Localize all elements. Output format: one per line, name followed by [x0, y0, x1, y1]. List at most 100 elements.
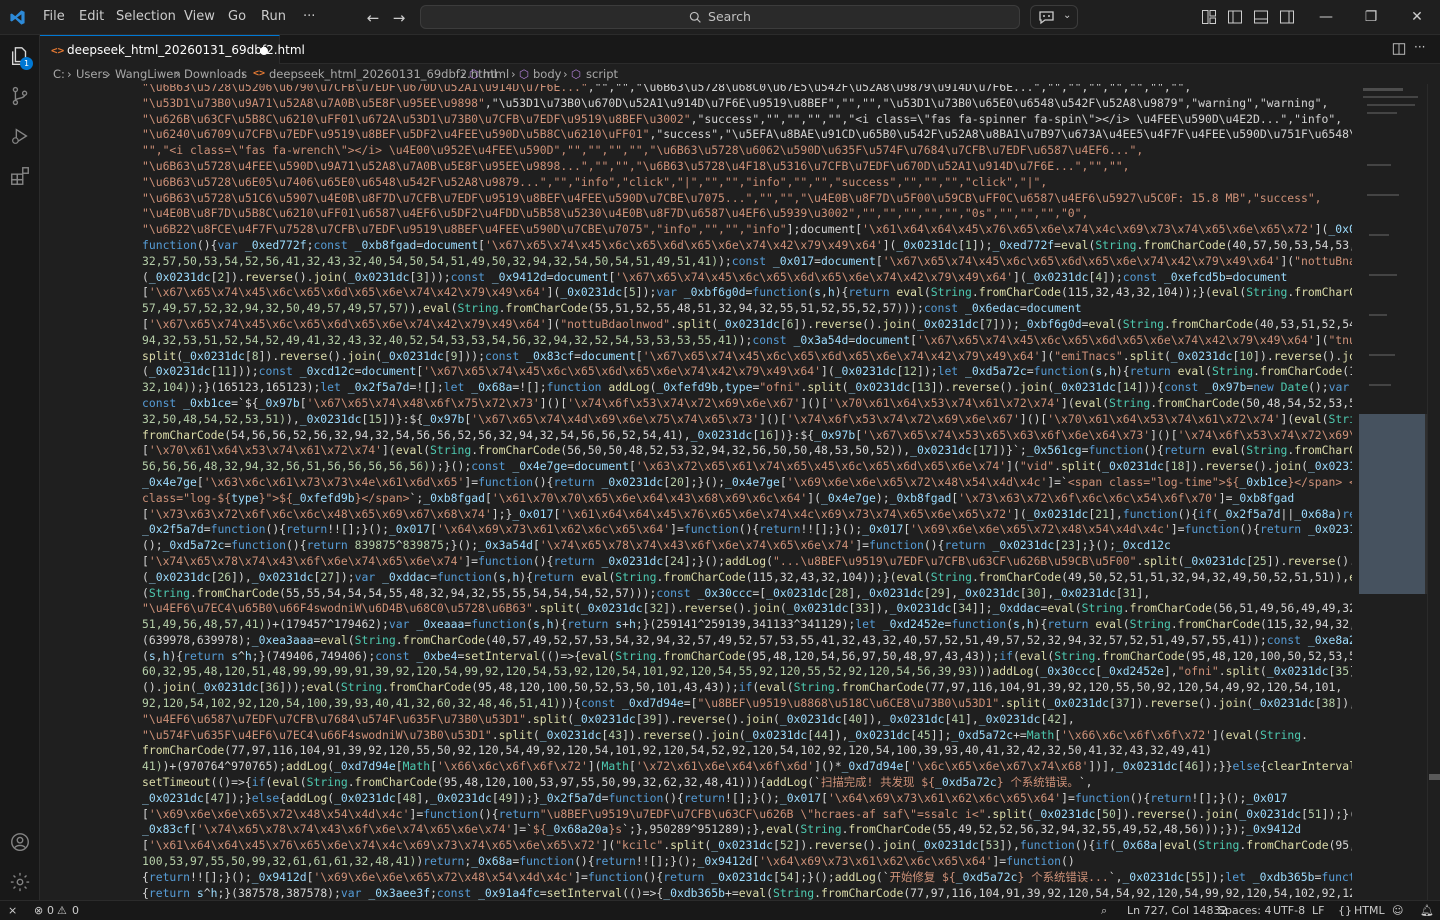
code-line[interactable]: 32,50,48,54,52,53,51)),_0x0231dc[15])}:$… — [142, 412, 1352, 428]
code-line[interactable]: (_0x0231dc[2]).reverse().join(_0x0231dc[… — [142, 270, 1352, 286]
code-line[interactable]: "\u626B\u63CF\u5B8C\u6210\uFF01\u672A\u5… — [142, 112, 1352, 128]
code-line[interactable]: (_0x0231dc[11]));const _0xcd12c=document… — [142, 364, 1352, 380]
code-line[interactable]: ['\x69\x6e\x6e\x65\x72\x48\x54\x4d\x4c']… — [142, 807, 1352, 823]
encoding[interactable]: UTF-8 — [1273, 904, 1305, 917]
code-line[interactable]: fromCharCode(77,97,116,104,91,39,92,120,… — [142, 743, 1352, 759]
code-line[interactable]: "\u4E0B\u8F7D\u5B8C\u6210\uFF01\u6587\u4… — [142, 206, 1352, 222]
customize-layout-icon[interactable] — [1201, 9, 1217, 25]
breadcrumb-body[interactable]: body — [533, 67, 561, 81]
code-line[interactable]: {return s^h;}(387578,387578);var _0x3aee… — [142, 886, 1352, 900]
code-line[interactable]: "\u6B63\u5728\u5206\u6790\u7CFB\u7EDF\u6… — [142, 84, 1352, 96]
code-lines[interactable]: "\u6B63\u5728\u5206\u6790\u7CFB\u7EDF\u6… — [142, 84, 1352, 900]
restore-icon[interactable]: ❐ — [1361, 7, 1381, 27]
code-line[interactable]: "\u4EF6\u6587\u7EDF\u7CFB\u7684\u574F\u6… — [142, 712, 1352, 728]
unsaved-dot-icon[interactable] — [260, 47, 268, 55]
command-center-search[interactable]: Search — [420, 5, 1020, 29]
toggle-panel-icon[interactable] — [1253, 9, 1269, 25]
error-count[interactable]: 0 — [47, 904, 54, 917]
code-line[interactable]: ['\x73\x63\x72\x6f\x6c\x6c\x48\x65\x69\x… — [142, 507, 1352, 523]
back-arrow-icon[interactable]: ← — [362, 7, 384, 29]
zoom-icon[interactable]: ⌕ — [1101, 904, 1107, 918]
source-control-icon[interactable] — [9, 85, 31, 107]
language-mode[interactable]: HTML — [1354, 904, 1385, 917]
code-line[interactable]: fromCharCode(54,56,56,52,56,32,94,32,54,… — [142, 428, 1352, 444]
cursor-position[interactable]: Ln 727, Col 14832 — [1127, 904, 1228, 917]
code-line[interactable]: (639978,639978);_0xea3aaa=eval(String.fr… — [142, 633, 1352, 649]
vertical-scrollbar[interactable] — [1427, 84, 1440, 900]
code-line[interactable]: "\u6B63\u5728\u4FEE\u590D\u9A71\u52A8\u7… — [142, 159, 1352, 175]
code-line[interactable]: function(){var _0xed772f;const _0xb8fgad… — [142, 238, 1352, 254]
code-line[interactable]: "\u6B63\u5728\u6E05\u7406\u65E0\u6548\u5… — [142, 175, 1352, 191]
code-line[interactable]: _0x0231dc[47]);}else{addLog(_0x0231dc[48… — [142, 791, 1352, 807]
remote-icon[interactable]: ⨯ — [8, 904, 17, 917]
code-line[interactable]: 94,32,53,51,52,54,52,49,41,32,43,32,40,5… — [142, 333, 1352, 349]
close-icon[interactable]: ✕ — [1407, 7, 1427, 27]
run-debug-icon[interactable] — [9, 125, 31, 147]
code-line[interactable]: "\u574F\u635F\u4EF6\u7EC4\u66F4swodniW\u… — [142, 728, 1352, 744]
code-line[interactable]: 100,53,97,55,50,99,32,61,61,61,32,48,41)… — [142, 854, 1352, 870]
more-actions-icon[interactable]: ··· — [1414, 40, 1425, 54]
code-line[interactable]: 32,57,50,53,54,52,56,41,32,43,32,40,54,5… — [142, 254, 1352, 270]
breadcrumb-html[interactable]: html — [483, 67, 509, 81]
code-line[interactable]: {return!![];}();_0x9412d['\x69\x6e\x6e\x… — [142, 870, 1352, 886]
breadcrumb-user[interactable]: WangLiwen — [115, 67, 181, 81]
menu-run[interactable]: Run — [261, 9, 286, 24]
code-line[interactable]: (s,h){return s^h;}(749406,749406);const … — [142, 649, 1352, 665]
code-line[interactable]: ['\x74\x65\x78\x74\x43\x6f\x6e\x74\x65\x… — [142, 554, 1352, 570]
code-line[interactable]: 57,49,57,52,32,94,32,50,49,57,49,57,57))… — [142, 301, 1352, 317]
menu-edit[interactable]: Edit — [79, 9, 104, 24]
breadcrumb-drive[interactable]: C: — [53, 67, 65, 81]
minimize-icon[interactable]: — — [1316, 7, 1336, 27]
tab-active-file[interactable]: <> deepseek_html_20260131_69dbf2.html — [40, 35, 305, 64]
code-line[interactable]: 60,32,95,48,120,51,48,99,99,99,91,39,92,… — [142, 664, 1352, 680]
code-editor[interactable]: "\u6B63\u5728\u5206\u6790\u7CFB\u7EDF\u6… — [40, 84, 1357, 900]
code-line[interactable]: "\u6240\u6709\u7CFB\u7EDF\u9519\u8BEF\u5… — [142, 127, 1352, 143]
menu-view[interactable]: View — [184, 9, 215, 24]
copilot-status-icon[interactable]: ☺ — [1392, 904, 1403, 917]
account-icon[interactable] — [9, 831, 31, 853]
code-line[interactable]: split(_0x0231dc[8]).reverse().join(_0x02… — [142, 349, 1352, 365]
split-editor-icon[interactable] — [1392, 42, 1406, 56]
code-line[interactable]: (String.fromCharCode(55,55,54,54,54,55,4… — [142, 586, 1352, 602]
code-line[interactable]: "\u4EF6\u7EC4\u65B0\u66F4swodniW\u6D4B\u… — [142, 601, 1352, 617]
settings-gear-icon[interactable] — [9, 871, 31, 893]
minimap[interactable] — [1357, 84, 1427, 900]
forward-arrow-icon[interactable]: → — [388, 7, 410, 29]
code-line[interactable]: ['\x67\x65\x74\x45\x6c\x65\x6d\x65\x6e\x… — [142, 285, 1352, 301]
code-line[interactable]: _0x4e7ge['\x63\x6c\x61\x73\x73\x4e\x61\x… — [142, 475, 1352, 491]
code-line[interactable]: ['\x70\x61\x64\x53\x74\x61\x72\x74'](eva… — [142, 443, 1352, 459]
code-line[interactable]: 32,104));}(165123,165123);let _0x2f5a7d=… — [142, 380, 1352, 396]
code-line[interactable]: ['\x61\x64\x64\x45\x76\x65\x6e\x74\x4c\x… — [142, 838, 1352, 854]
extensions-icon[interactable] — [9, 165, 31, 187]
code-line[interactable]: "","<i class=\"fas fa-wrench\"></i> \u4E… — [142, 143, 1352, 159]
toggle-secondary-sidebar-icon[interactable] — [1279, 9, 1295, 25]
indentation[interactable]: Spaces: 4 — [1218, 904, 1271, 917]
code-line[interactable]: class="log-${type}">${_0xfefd9b}</span>`… — [142, 491, 1352, 507]
code-line[interactable]: ['\x67\x65\x74\x45\x6c\x65\x6d\x65\x6e\x… — [142, 317, 1352, 333]
code-line[interactable]: setTimeout(()=>{if(eval(String.fromCharC… — [142, 775, 1352, 791]
toggle-primary-sidebar-icon[interactable] — [1227, 9, 1243, 25]
code-line[interactable]: 56,56,56,48,32,94,32,56,51,56,56,56,56,5… — [142, 459, 1352, 475]
code-line[interactable]: _0x2f5a7d=function(){return!![];}();_0x0… — [142, 522, 1352, 538]
minimap-slider[interactable] — [1359, 414, 1427, 594]
breadcrumb-downloads[interactable]: Downloads — [184, 67, 247, 81]
breadcrumb-script[interactable]: script — [586, 67, 618, 81]
scrollbar-thumb[interactable] — [1429, 774, 1440, 780]
code-line[interactable]: 51,49,56,48,57,41))+(179457^179462);var … — [142, 617, 1352, 633]
menu-go[interactable]: Go — [228, 9, 246, 24]
code-line[interactable]: ();_0xd5a72c=function(){return 839875^83… — [142, 538, 1352, 554]
copilot-button[interactable]: ⌄ — [1030, 5, 1078, 29]
breadcrumb-users[interactable]: Users — [76, 67, 108, 81]
menu-more[interactable]: ··· — [303, 9, 315, 24]
code-line[interactable]: (_0x0231dc[26]),_0x0231dc[27]);var _0xdd… — [142, 570, 1352, 586]
warning-icon[interactable]: ⚠ — [57, 904, 67, 917]
code-line[interactable]: "\u53D1\u73B0\u9A71\u52A8\u7A0B\u5E8F\u9… — [142, 96, 1352, 112]
code-line[interactable]: "\u6B63\u5728\u51C6\u5907\u4E0B\u8F7D\u7… — [142, 191, 1352, 207]
vscode-logo-icon[interactable] — [9, 9, 26, 26]
line-ending[interactable]: LF — [1312, 904, 1324, 917]
code-line[interactable]: 41))+(970764^970765);addLog(_0xd7d94e[Ma… — [142, 759, 1352, 775]
code-line[interactable]: "\u6B22\u8FCE\u4F7F\u7528\u7CFB\u7EDF\u9… — [142, 222, 1352, 238]
notifications-bell-icon[interactable]: 🔔︎ — [1420, 904, 1434, 917]
menu-selection[interactable]: Selection — [116, 9, 176, 24]
code-line[interactable]: const _0xb1ce=`${_0x97b['\x67\x65\x74\x4… — [142, 396, 1352, 412]
